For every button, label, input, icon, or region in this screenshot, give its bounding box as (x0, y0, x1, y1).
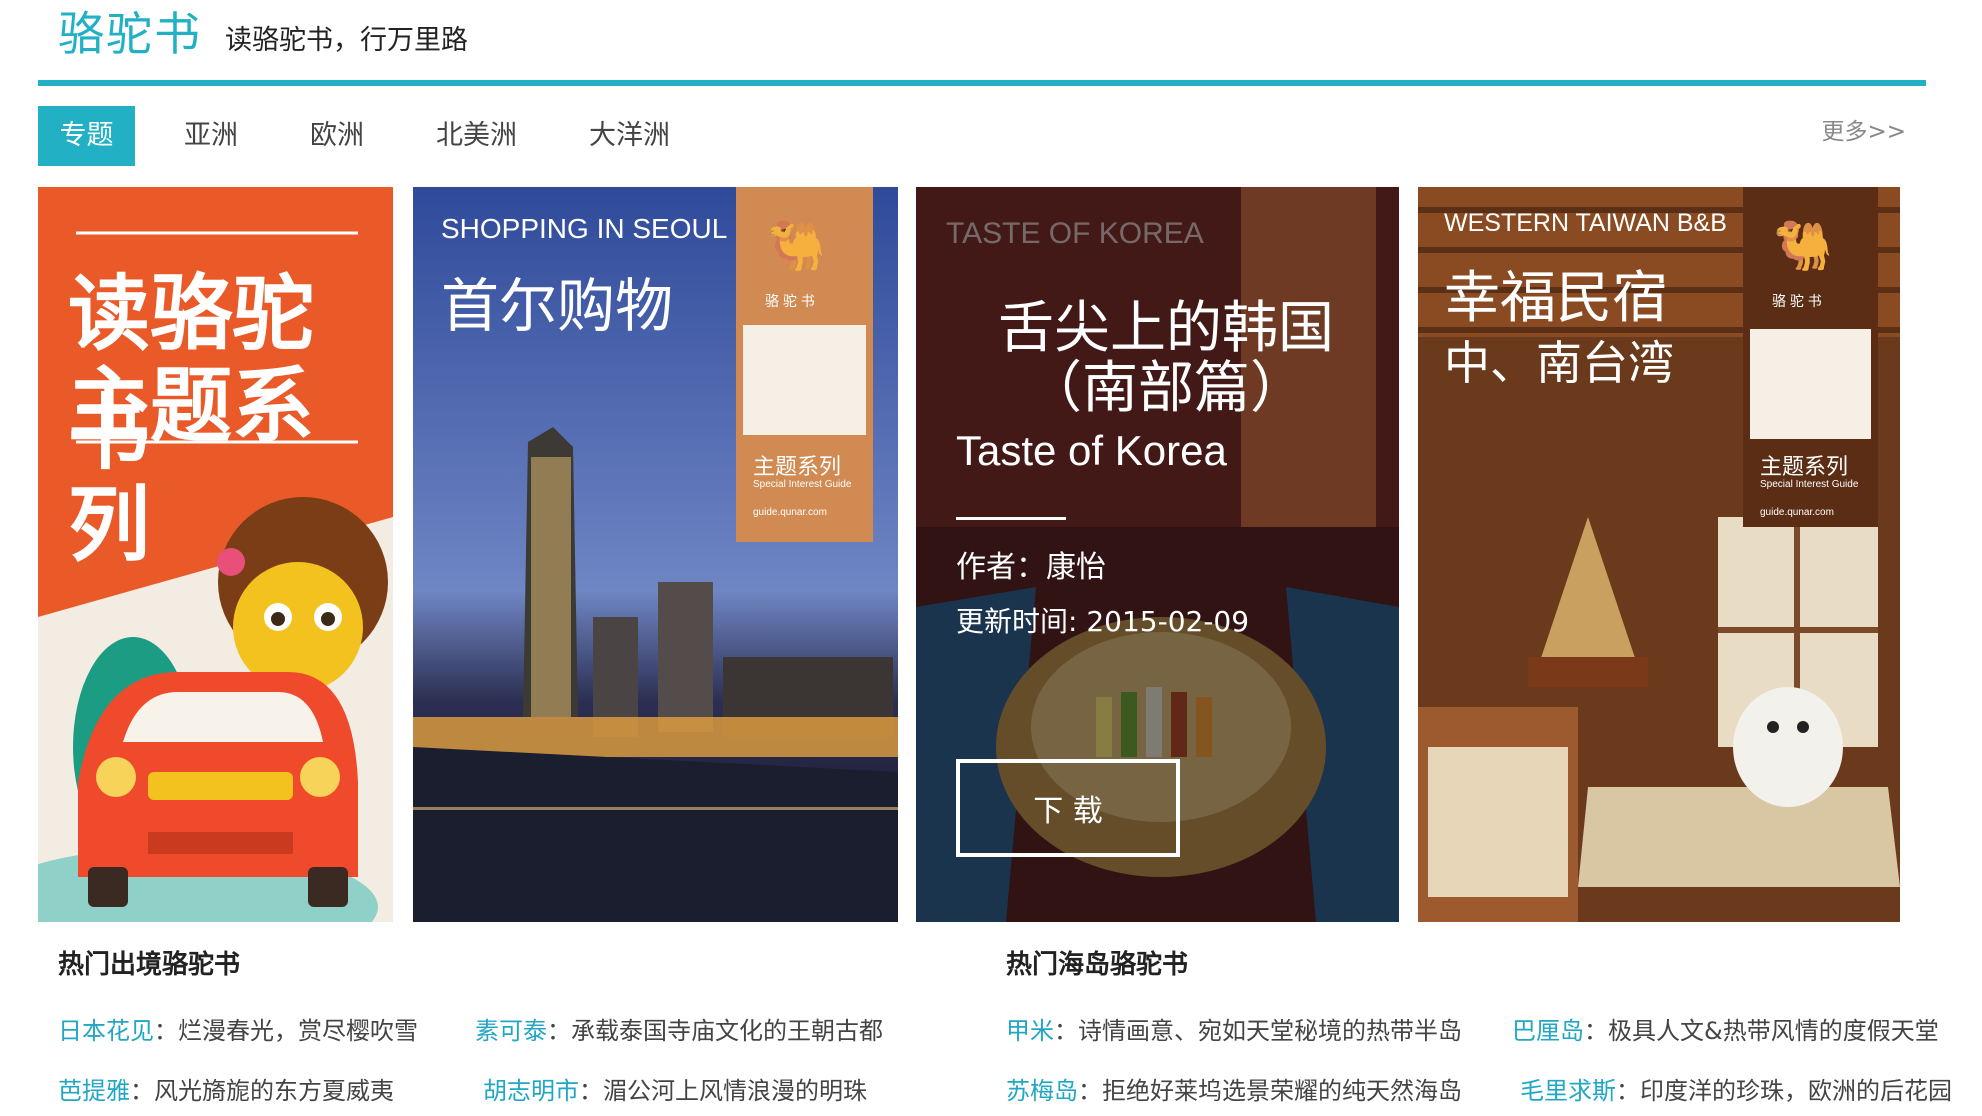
destination-desc: 风光旖旎的东方夏威夷 (154, 1077, 394, 1105)
separator: ： (154, 1017, 178, 1045)
list-item: 苏梅岛：拒绝好莱坞选景荣耀的纯天然海岛 (1006, 1071, 1462, 1106)
destination-desc: 诗情画意、宛如天堂秘境的热带半岛 (1078, 1017, 1462, 1045)
region-tabs: 专题 亚洲 欧洲 北美洲 大洋洲 更多>> (38, 106, 1926, 166)
destination-desc: 承载泰国寺庙文化的王朝古都 (571, 1017, 883, 1045)
overlay-author: 作者：康怡 (956, 550, 1106, 585)
taiwan-cover-series: 主题系列 (1760, 454, 1849, 479)
tab-oceania[interactable]: 大洋洲 (589, 106, 670, 166)
more-link[interactable]: 更多>> (1821, 112, 1906, 146)
overlay-en-title: Taste of Korea (956, 427, 1227, 474)
destination-link[interactable]: 巴厘岛 (1512, 1017, 1584, 1045)
seoul-cover-series-en: Special Interest Guide (753, 479, 852, 490)
destination-desc: 极具人文&热带风情的度假天堂 (1608, 1017, 1939, 1045)
site-logo[interactable]: 骆驼书 (58, 0, 202, 64)
separator: ： (1054, 1017, 1078, 1045)
list-item: 芭提雅：风光旖旎的东方夏威夷 (58, 1071, 394, 1106)
list-item: 胡志明市：湄公河上风情浪漫的明珠 (483, 1071, 867, 1106)
book-card-seoul-shopping[interactable]: SHOPPING IN SEOUL 首尔购物 🐫 骆 驼 书 主题系列 Spec… (413, 187, 898, 922)
tab-europe[interactable]: 欧洲 (310, 106, 364, 166)
taiwan-cover-site: guide.qunar.com (1760, 507, 1834, 518)
destination-link[interactable]: 芭提雅 (58, 1077, 130, 1105)
overlay-update-date: 更新时间: 2015-02-09 (956, 605, 1250, 638)
separator: ： (130, 1077, 154, 1105)
list-item: 毛里求斯：印度洋的珍珠，欧洲的后花园 (1520, 1071, 1952, 1106)
separator: ： (579, 1077, 603, 1105)
download-button[interactable]: 下 载 (956, 759, 1180, 857)
list-item: 巴厘岛：极具人文&热带风情的度假天堂 (1512, 1011, 1939, 1046)
site-slogan: 读骆驼书，行万里路 (225, 25, 468, 56)
list-item: 甲米：诗情画意、宛如天堂秘境的热带半岛 (1006, 1011, 1462, 1046)
destination-desc: 烂漫春光，赏尽樱吹雪 (178, 1017, 418, 1045)
overlay-divider (956, 517, 1066, 520)
camel-logo-icon: 🐫 (766, 220, 826, 273)
taiwan-cover-en-title: WESTERN TAIWAN B&B (1444, 209, 1727, 237)
destination-link[interactable]: 甲米 (1006, 1017, 1054, 1045)
list-item: 素可泰：承载泰国寺庙文化的王朝古都 (475, 1011, 883, 1046)
list-item: 日本花见：烂漫春光，赏尽樱吹雪 (58, 1011, 418, 1046)
separator: ： (547, 1017, 571, 1045)
header: 骆驼书 读骆驼书，行万里路 (38, 0, 1938, 80)
separator: ： (1584, 1017, 1608, 1045)
destination-link[interactable]: 素可泰 (475, 1017, 547, 1045)
book-card-taiwan-bnb[interactable]: WESTERN TAIWAN B&B 幸福民宿 中、南台湾 🐫 骆 驼 书 主题… (1418, 187, 1900, 922)
seoul-cover-zh-title: 首尔购物 (441, 274, 674, 339)
seoul-cover-site: guide.qunar.com (753, 507, 827, 518)
taiwan-cover-brand: 骆 驼 书 (1772, 293, 1822, 309)
destination-link[interactable]: 毛里求斯 (1520, 1077, 1616, 1105)
overlay-zh-title: 舌尖上的韩国（南部篇） (998, 296, 1334, 421)
separator: ： (1078, 1077, 1102, 1105)
book-card-theme-series[interactable]: 读骆驼书 主题系列 (38, 187, 393, 922)
taiwan-cover-series-en: Special Interest Guide (1760, 479, 1859, 490)
destination-link[interactable]: 胡志明市 (483, 1077, 579, 1105)
destination-desc: 湄公河上风情浪漫的明珠 (603, 1077, 867, 1105)
camel-logo-icon: 🐫 (1773, 220, 1833, 273)
destination-desc: 印度洋的珍珠，欧洲的后花园 (1640, 1077, 1952, 1105)
section-title-overseas: 热门出境骆驼书 (58, 950, 241, 980)
header-divider (38, 80, 1926, 86)
section-title-islands: 热门海岛骆驼书 (1006, 950, 1189, 980)
seoul-cover-en-title: SHOPPING IN SEOUL (441, 213, 728, 244)
theme-cover-title-line2: 主题系列 (68, 361, 315, 571)
tab-topics[interactable]: 专题 (38, 106, 135, 166)
destination-desc: 拒绝好莱坞选景荣耀的纯天然海岛 (1102, 1077, 1462, 1105)
taiwan-cover-zh-title-line2: 中、南台湾 (1444, 337, 1674, 389)
destination-link[interactable]: 苏梅岛 (1006, 1077, 1078, 1105)
seoul-cover-series: 主题系列 (753, 454, 842, 479)
tab-north-america[interactable]: 北美洲 (436, 106, 517, 166)
tab-asia[interactable]: 亚洲 (184, 106, 238, 166)
book-card-taste-of-korea[interactable]: TASTE OF KOREA 舌尖上的韩国（南部篇） Taste of Kore… (916, 187, 1399, 922)
taiwan-cover-zh-title-line1: 幸福民宿 (1444, 266, 1668, 329)
seoul-cover-brand: 骆 驼 书 (765, 293, 815, 309)
separator: ： (1616, 1077, 1640, 1105)
destination-link[interactable]: 日本花见 (58, 1017, 154, 1045)
